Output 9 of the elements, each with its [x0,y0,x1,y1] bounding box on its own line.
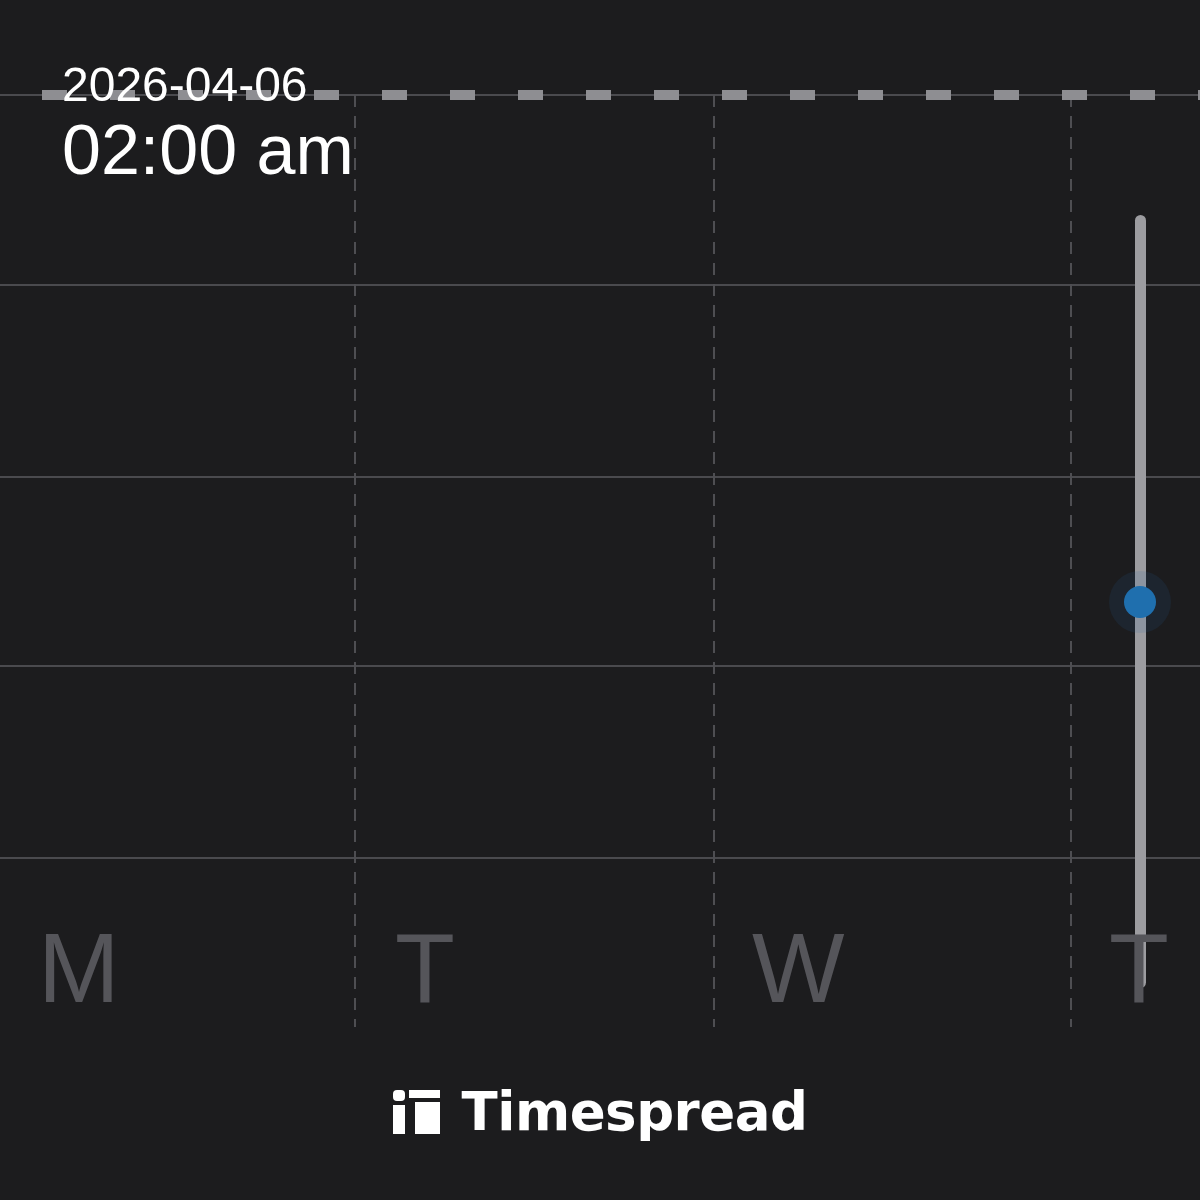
logo-icon [392,1090,440,1134]
weekday-label: T [1109,919,1169,1017]
time-text: 02:00 am [62,112,354,188]
slider-thumb[interactable] [1124,585,1156,618]
weekday-label: W [752,919,845,1017]
brand-name: Timespread [461,1082,808,1142]
weekday-label: T [395,919,455,1017]
weekday-label: M [38,919,120,1017]
date-text: 2026-04-06 [62,58,309,112]
